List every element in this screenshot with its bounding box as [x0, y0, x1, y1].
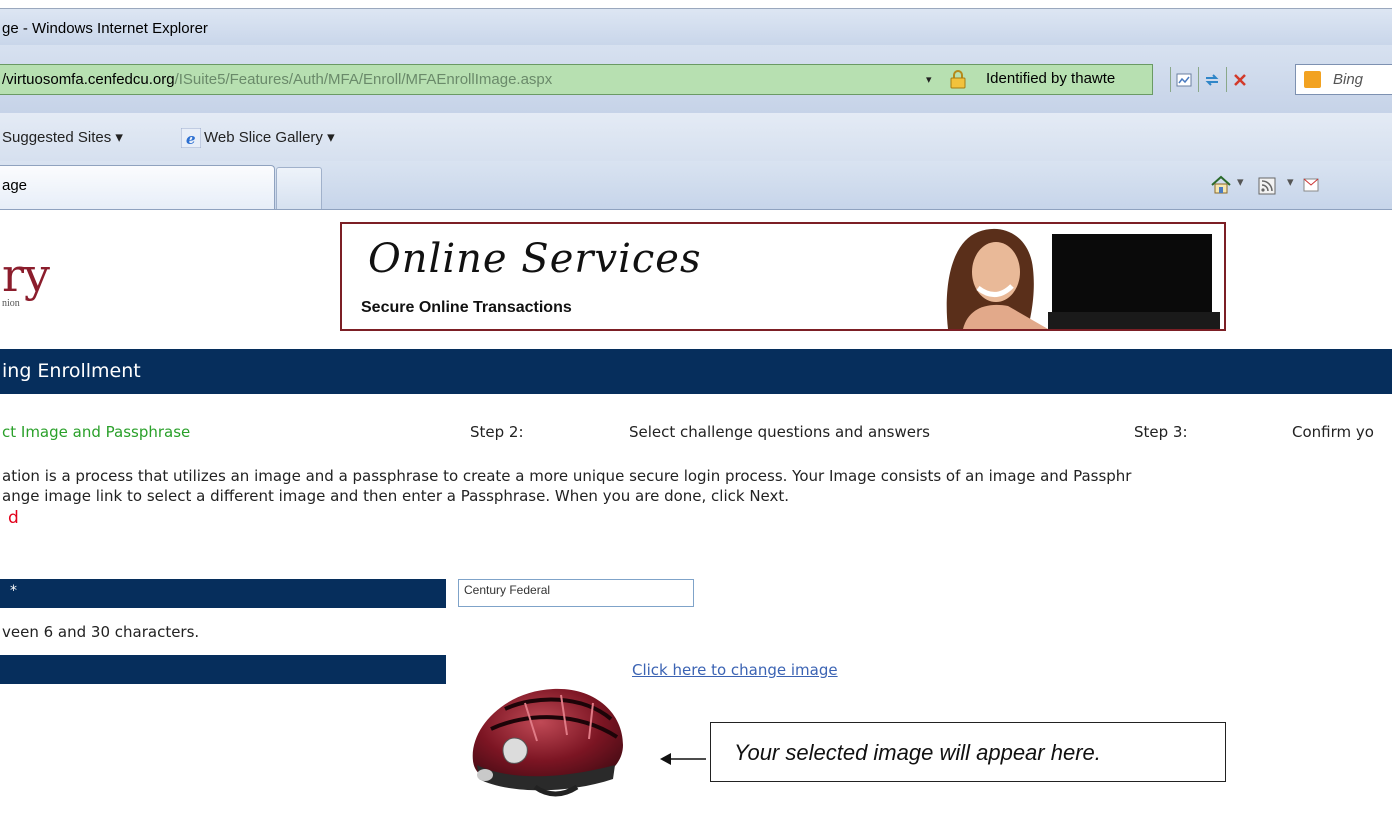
search-placeholder[interactable]: Bing: [1333, 71, 1363, 88]
passphrase-input[interactable]: Century Federal: [458, 579, 694, 607]
bing-logo-icon: [1304, 71, 1321, 88]
chevron-down-icon: ▾: [327, 129, 335, 146]
window-top-edge: [0, 0, 1392, 9]
callout-text: Your selected image will appear here.: [734, 740, 1101, 765]
home-dropdown-icon[interactable]: ▾: [1237, 175, 1244, 190]
web-slice-gallery-label: Web Slice Gallery: [204, 129, 323, 146]
instructions-text: ation is a process that utilizes an imag…: [2, 466, 1392, 506]
security-identity[interactable]: Identified by thawte: [986, 70, 1115, 87]
ie-icon: e: [181, 128, 201, 148]
site-logo-subtitle: nion: [2, 298, 20, 309]
mail-icon[interactable]: [1303, 178, 1319, 192]
passphrase-hint: veen 6 and 30 characters.: [2, 623, 200, 641]
url-host: /virtuosomfa.cenfedcu.org: [2, 71, 175, 88]
tab-current[interactable]: [0, 165, 275, 209]
step2-number: Step 2:: [470, 423, 524, 441]
suggested-sites-label: Suggested Sites: [2, 129, 112, 146]
step2-label: Select challenge questions and answers: [629, 423, 930, 441]
new-tab-button[interactable]: [276, 167, 322, 209]
feeds-icon[interactable]: [1258, 177, 1276, 195]
instructions-line-2: ange image link to select a different im…: [2, 487, 790, 505]
site-logo[interactable]: ry: [2, 248, 50, 302]
image-label-bar: [0, 655, 446, 684]
title-bar: [0, 9, 1392, 45]
banner-title: Online Services: [368, 236, 702, 282]
selected-image-helmet[interactable]: [465, 683, 630, 803]
stop-icon[interactable]: [1226, 67, 1252, 92]
web-slice-gallery-link[interactable]: Web Slice Gallery ▾: [204, 128, 335, 146]
section-header: [0, 349, 1392, 394]
compatibility-view-icon[interactable]: [1170, 67, 1196, 92]
suggested-sites-link[interactable]: Suggested Sites ▾: [2, 128, 123, 146]
refresh-icon[interactable]: [1198, 67, 1224, 92]
required-note: d: [8, 508, 19, 528]
passphrase-label: *: [10, 583, 17, 599]
chevron-down-icon: ▾: [115, 129, 123, 146]
url-path: /ISuite5/Features/Auth/MFA/Enroll/MFAEnr…: [174, 71, 553, 88]
change-image-link[interactable]: Click here to change image: [632, 661, 838, 679]
banner-photo: [938, 224, 1224, 329]
address-dropdown-icon[interactable]: ▾: [926, 73, 932, 86]
step3-label: Confirm yo: [1292, 423, 1374, 441]
window-title: ge - Windows Internet Explorer: [2, 20, 208, 37]
arrow-left-icon: [660, 753, 706, 765]
svg-text:e: e: [186, 130, 196, 148]
tab-current-label: age: [2, 177, 28, 194]
feeds-dropdown-icon[interactable]: ▾: [1287, 175, 1294, 190]
step1-label: ct Image and Passphrase: [2, 423, 191, 441]
passphrase-label-bar: *: [0, 579, 446, 608]
step3-number: Step 3:: [1134, 423, 1188, 441]
url-text[interactable]: /virtuosomfa.cenfedcu.org/ISuite5/Featur…: [2, 71, 552, 88]
instructions-line-1: ation is a process that utilizes an imag…: [2, 467, 1132, 485]
section-title: ing Enrollment: [2, 360, 141, 382]
home-icon[interactable]: [1210, 175, 1232, 195]
banner-subtitle: Secure Online Transactions: [361, 299, 572, 316]
lock-icon[interactable]: [950, 70, 966, 89]
